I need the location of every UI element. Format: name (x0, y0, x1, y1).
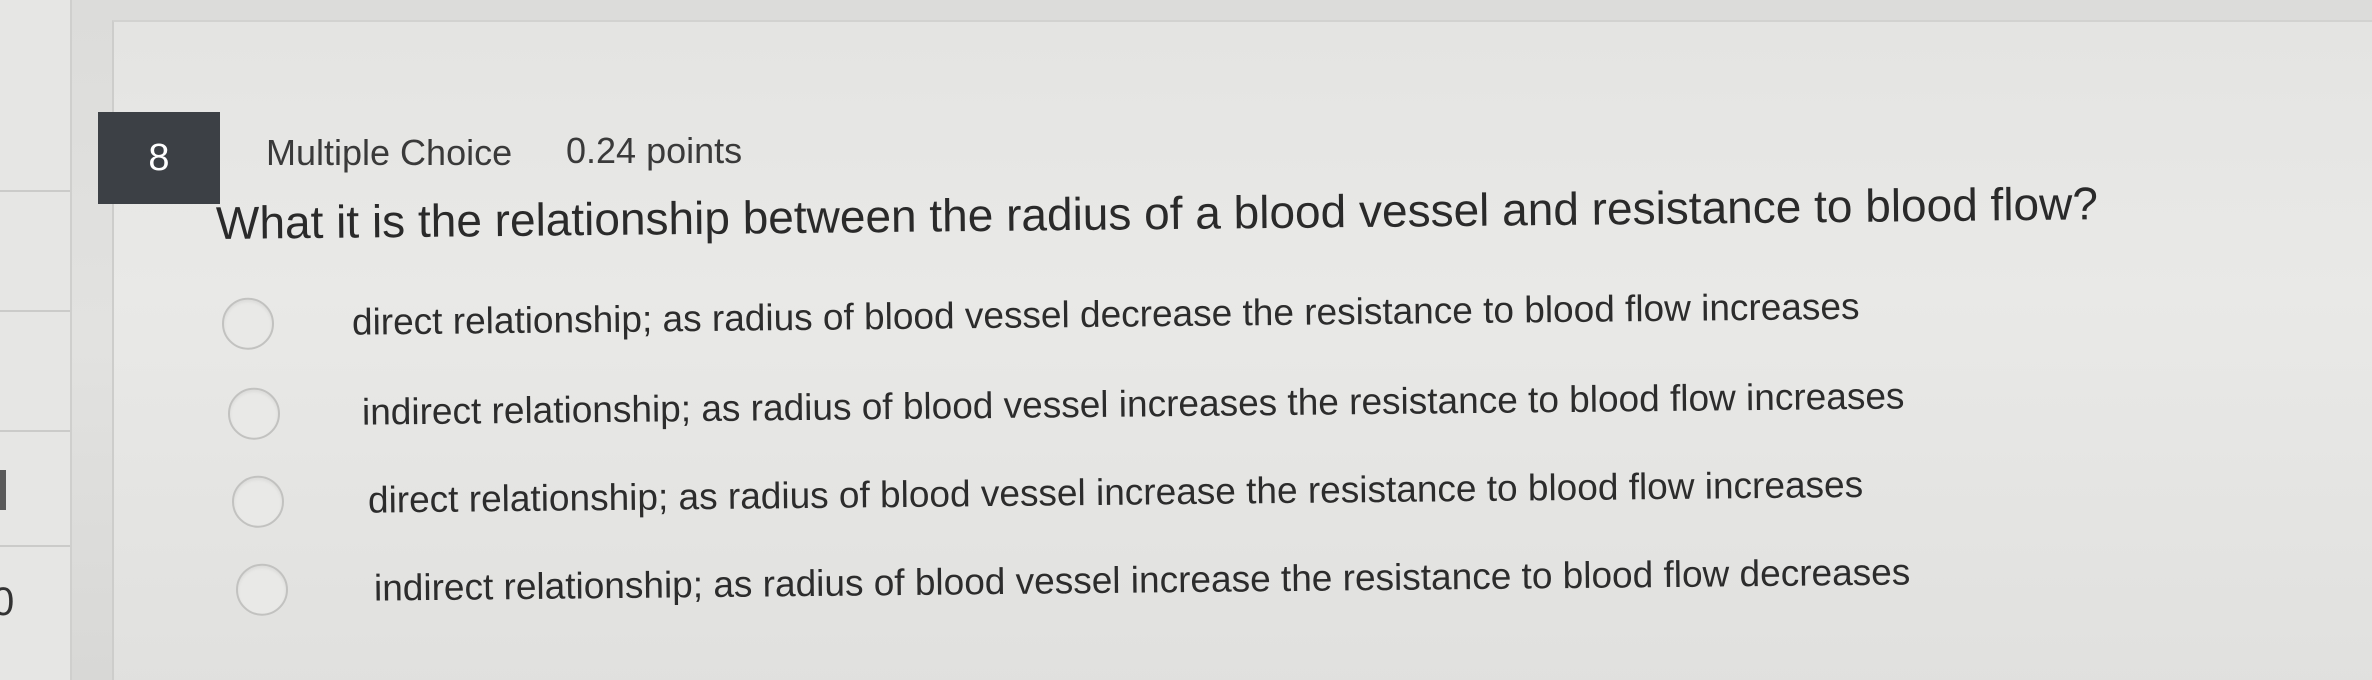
sidebar-divider (0, 310, 70, 312)
question-points: 0.24 points (566, 130, 743, 171)
question-number-badge: 8 (98, 112, 220, 204)
page: 0 8 Multiple Choice 0.24 points What it … (0, 0, 2372, 680)
sidebar-divider (0, 545, 70, 547)
sidebar-current-marker (0, 470, 6, 510)
radio-button[interactable] (227, 387, 281, 440)
sidebar-question-number[interactable]: 0 (0, 580, 14, 625)
question-nav-sidebar: 0 (0, 0, 72, 680)
option-label: indirect relationship; as radius of bloo… (361, 375, 1905, 433)
radio-button[interactable] (235, 563, 289, 616)
radio-button[interactable] (221, 297, 275, 350)
option-label: indirect relationship; as radius of bloo… (373, 551, 1911, 609)
option-label: direct relationship; as radius of blood … (351, 285, 1860, 343)
question-type: Multiple Choice (266, 132, 513, 173)
sidebar-divider (0, 190, 70, 192)
radio-button[interactable] (231, 475, 285, 528)
option-label: direct relationship; as radius of blood … (367, 463, 1864, 521)
sidebar-divider (0, 430, 70, 432)
